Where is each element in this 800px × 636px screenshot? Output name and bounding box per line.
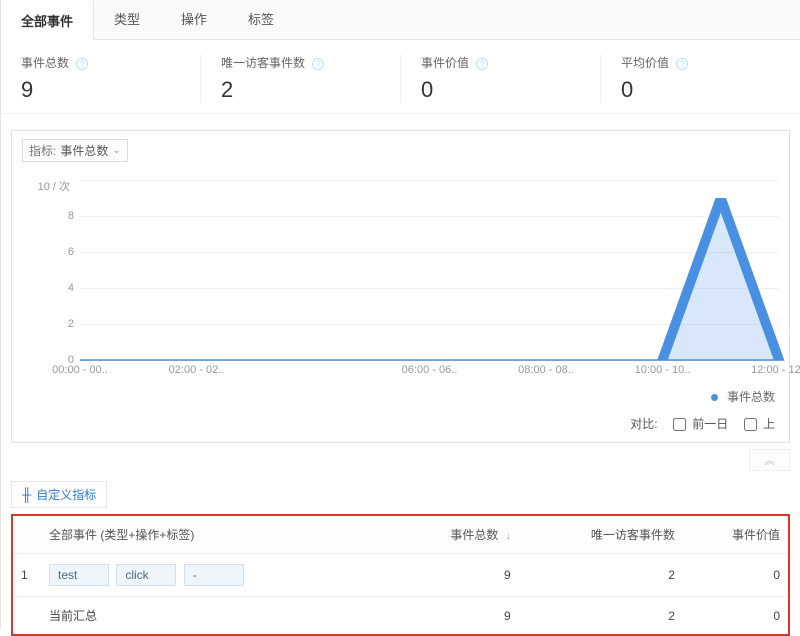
- col-total-label: 事件总数: [450, 528, 498, 542]
- kpi-value: 0: [621, 77, 780, 103]
- compare-prev-day-checkbox[interactable]: [673, 418, 686, 431]
- tab-action[interactable]: 操作: [161, 0, 228, 39]
- compare-prev-period[interactable]: 上: [744, 417, 775, 431]
- compare-label: 对比:: [630, 417, 657, 431]
- kpi-row: 事件总数 ? 9 唯一访客事件数 ? 2 事件价值 ? 0 平均价值 ? 0: [1, 40, 800, 114]
- y-axis-title: 10 / 次: [38, 178, 70, 194]
- kpi-label: 唯一访客事件数 ?: [221, 54, 380, 71]
- chevron-down-icon: ⌄: [112, 145, 120, 156]
- collapse-button[interactable]: ︽: [749, 449, 790, 471]
- kpi-label: 事件价值 ?: [421, 54, 580, 71]
- events-table: 全部事件 (类型+操作+标签) 事件总数 ↓ 唯一访客事件数 事件价值 1 te…: [13, 516, 788, 634]
- compare-prev-period-checkbox[interactable]: [744, 418, 757, 431]
- kpi-value: 2: [221, 77, 380, 103]
- compare-prev-day-label: 前一日: [692, 417, 728, 431]
- tag-action[interactable]: click: [116, 564, 176, 586]
- chart-svg: [80, 180, 779, 360]
- row-event-tags: test click -: [41, 554, 393, 597]
- col-event-name[interactable]: 全部事件 (类型+操作+标签): [41, 516, 393, 554]
- legend-dot-icon: [711, 394, 718, 401]
- table-summary-row: 当前汇总 9 2 0: [13, 597, 788, 635]
- info-icon[interactable]: ?: [476, 58, 488, 70]
- kpi-label-text: 平均价值: [621, 56, 669, 70]
- compare-prev-day[interactable]: 前一日: [673, 417, 732, 431]
- table-row[interactable]: 1 test click - 9 2 0: [13, 554, 788, 597]
- custom-metric-wrap: ╫ 自定义指标: [11, 481, 790, 508]
- info-icon[interactable]: ?: [76, 58, 88, 70]
- row-total: 9: [393, 554, 518, 597]
- compare-row: 对比: 前一日 上: [22, 415, 779, 432]
- metric-select[interactable]: 指标: 事件总数 ⌄: [22, 139, 128, 162]
- row-index: 1: [13, 554, 41, 597]
- custom-metric-button[interactable]: ╫ 自定义指标: [11, 481, 107, 508]
- col-uv[interactable]: 唯一访客事件数: [519, 516, 683, 554]
- info-icon[interactable]: ?: [676, 58, 688, 70]
- kpi-label: 平均价值 ?: [621, 54, 780, 71]
- collapse-bar: ︽: [11, 449, 790, 471]
- tabs-bar: 全部事件 类型 操作 标签: [1, 0, 800, 40]
- summary-label: 当前汇总: [41, 597, 393, 635]
- col-index: [13, 516, 41, 554]
- kpi-avg-value: 平均价值 ? 0: [601, 54, 800, 103]
- kpi-label: 事件总数 ?: [21, 54, 180, 71]
- legend-series-label: 事件总数: [727, 390, 775, 404]
- table-highlight-frame: 全部事件 (类型+操作+标签) 事件总数 ↓ 唯一访客事件数 事件价值 1 te…: [11, 514, 790, 636]
- metric-select-value: 事件总数: [60, 142, 108, 159]
- tab-all-events[interactable]: 全部事件: [1, 0, 94, 40]
- kpi-label-text: 唯一访客事件数: [221, 56, 305, 70]
- info-icon[interactable]: ?: [312, 58, 324, 70]
- chart-legend: 事件总数: [22, 388, 775, 405]
- x-ticks: 00:00 - 00..02:00 - 02..06:00 - 06..08:0…: [80, 364, 779, 380]
- kpi-value: 0: [421, 77, 580, 103]
- kpi-unique-visitor-events: 唯一访客事件数 ? 2: [201, 54, 401, 103]
- pulse-icon: ╫: [22, 487, 31, 502]
- kpi-total-events: 事件总数 ? 9: [1, 54, 201, 103]
- row-value: 0: [683, 554, 788, 597]
- col-total[interactable]: 事件总数 ↓: [393, 516, 518, 554]
- summary-index: [13, 597, 41, 635]
- sort-desc-icon: ↓: [506, 531, 511, 542]
- row-uv: 2: [519, 554, 683, 597]
- chart-area: 10 / 次 02468 00:00 - 00..02:00 - 02..06:…: [80, 180, 779, 360]
- metric-select-label: 指标:: [29, 142, 56, 159]
- kpi-event-value: 事件价值 ? 0: [401, 54, 601, 103]
- kpi-label-text: 事件价值: [421, 56, 469, 70]
- compare-prev-period-label: 上: [763, 417, 775, 431]
- summary-value: 0: [683, 597, 788, 635]
- chart-panel: 指标: 事件总数 ⌄ 10 / 次 02468 00:00 - 00..02:0…: [11, 130, 790, 443]
- col-value[interactable]: 事件价值: [683, 516, 788, 554]
- tab-type[interactable]: 类型: [94, 0, 161, 39]
- custom-metric-label: 自定义指标: [36, 486, 96, 503]
- tag-type[interactable]: test: [49, 564, 109, 586]
- tab-label[interactable]: 标签: [228, 0, 295, 39]
- summary-uv: 2: [519, 597, 683, 635]
- tag-label[interactable]: -: [184, 564, 244, 586]
- kpi-label-text: 事件总数: [21, 56, 69, 70]
- kpi-value: 9: [21, 77, 180, 103]
- summary-total: 9: [393, 597, 518, 635]
